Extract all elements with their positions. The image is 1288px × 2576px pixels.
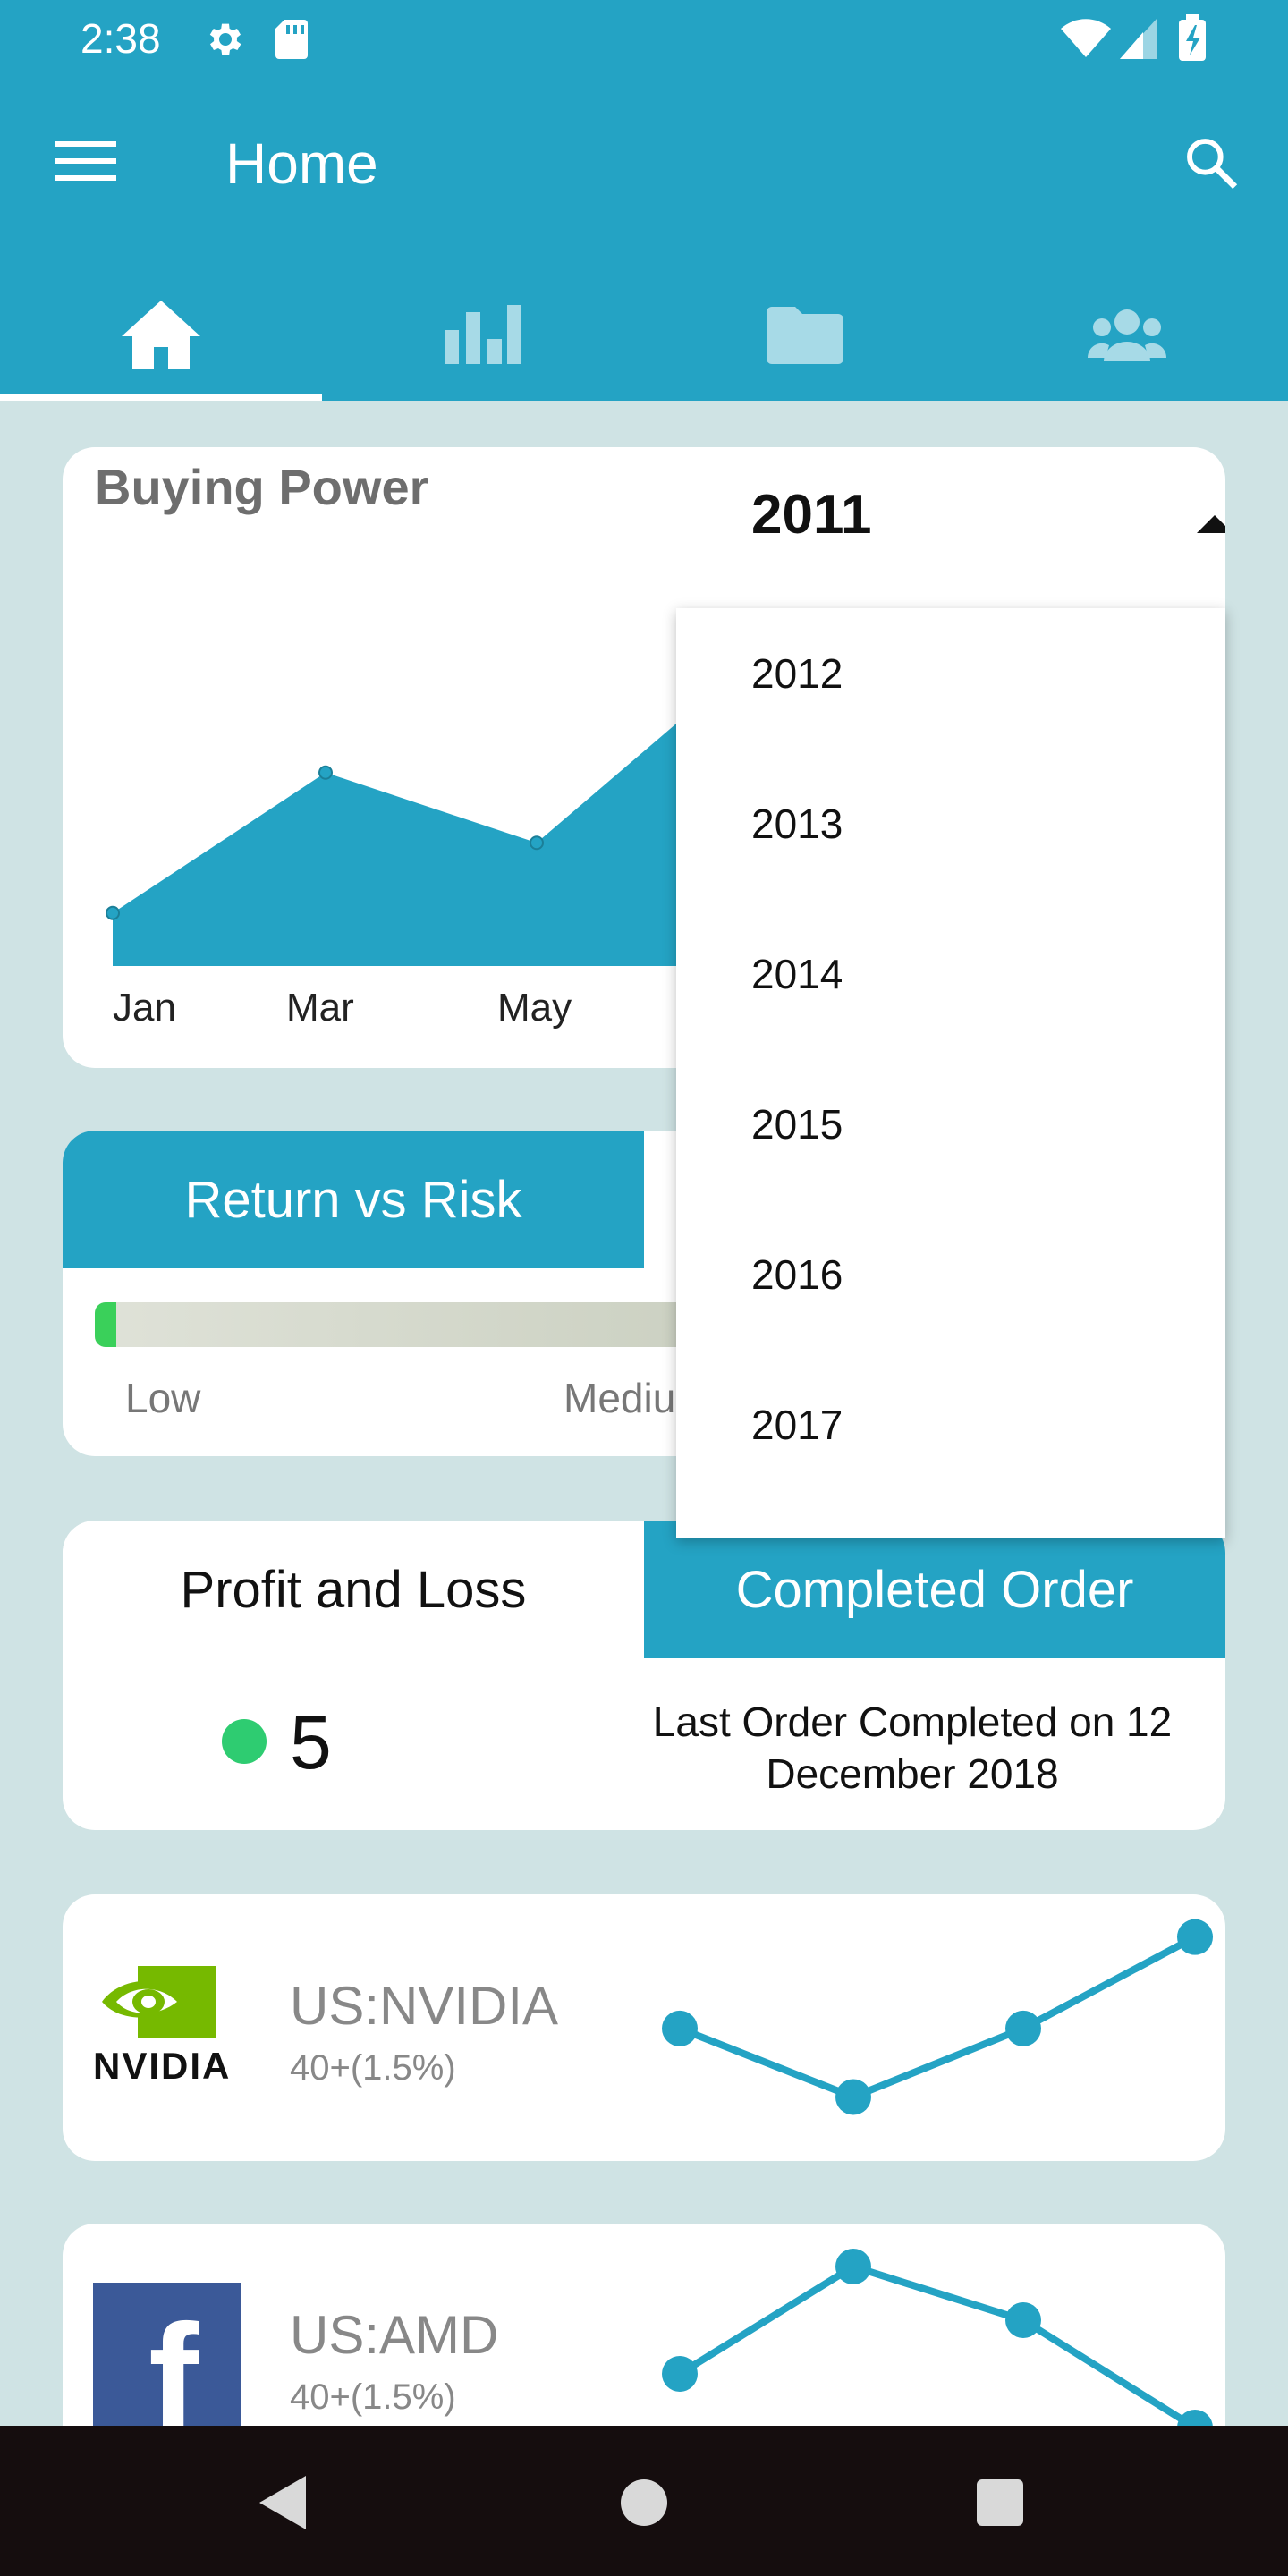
sparkline-point [1177,1919,1213,1955]
completed-order-tab-label: Completed Order [735,1560,1134,1619]
sparkline-point [835,2249,871,2284]
return-risk-tab-label: Return vs Risk [184,1170,522,1229]
risk-medium-label: Mediu [564,1375,676,1421]
tab-bar [0,268,1288,401]
wifi-icon [1061,19,1111,57]
sparkline-series [678,1934,1197,2101]
battery-icon [1179,14,1206,61]
completed-order-tab[interactable]: Completed Order [644,1521,1225,1658]
sparkline-point [835,2079,871,2115]
status-bar: 2:38 [0,0,1288,80]
last-order-text: Last Order Completed on 12 December 2018 [652,1699,1173,1797]
x-tick-label: Mar [286,986,354,1030]
year-option[interactable]: 2012 [751,649,843,698]
risk-meter-fill [95,1302,116,1347]
sd-card-icon [275,20,308,59]
data-point [530,835,544,851]
year-dropdown-menu: 2012 2013 2014 2015 2016 2017 [676,608,1225,1538]
tab-home[interactable] [0,268,322,401]
system-nav-bar [0,2426,1288,2576]
settings-icon [209,23,242,55]
status-dot [222,1719,267,1764]
bar-chart-icon [445,305,521,364]
profit-loss-tab-label: Profit and Loss [180,1560,527,1619]
year-option[interactable]: 2014 [751,950,843,998]
menu-icon[interactable] [55,140,116,182]
search-icon[interactable] [1182,134,1240,191]
tab-portfolio[interactable] [644,268,966,401]
x-tick-label: May [497,986,572,1030]
data-point [106,905,120,920]
sparkline-point [662,2010,698,2046]
tab-indicator [0,394,322,401]
back-icon[interactable] [259,2476,306,2529]
tab-stats[interactable] [322,268,644,401]
profit-loss-card: Profit and Loss Completed Order 5 Last O… [63,1521,1225,1830]
app-bar: 2:38 Home [0,0,1288,401]
sparkline-series [677,2262,1198,2431]
home-icon [122,301,200,369]
profit-loss-tab[interactable]: Profit and Loss [63,1521,644,1658]
sparkline-point [1005,2010,1041,2046]
recents-icon[interactable] [977,2479,1023,2526]
return-risk-tab[interactable]: Return vs Risk [63,1131,644,1268]
data-point [318,765,333,780]
area-series [113,667,742,966]
stock-sparkline [662,1919,1213,2115]
stock-card[interactable]: NVIDIA US:NVIDIA 40+(1.5%) [63,1894,1225,2161]
home-button-icon[interactable] [621,2479,667,2526]
page-title: Home [225,131,378,196]
risk-low-label: Low [125,1375,201,1421]
tab-community[interactable] [966,268,1288,401]
people-icon [1088,309,1166,361]
status-time: 2:38 [80,15,161,62]
profit-count: 5 [290,1700,332,1784]
x-tick-label: Jan [113,986,176,1030]
year-option[interactable]: 2015 [751,1100,843,1148]
year-option[interactable]: 2016 [751,1250,843,1299]
signal-icon [1120,18,1157,59]
sparkline-point [662,2356,698,2392]
year-option[interactable]: 2013 [751,800,843,848]
year-option[interactable]: 2017 [751,1401,843,1449]
sparkline-point [1005,2302,1041,2338]
folder-icon [767,307,843,364]
